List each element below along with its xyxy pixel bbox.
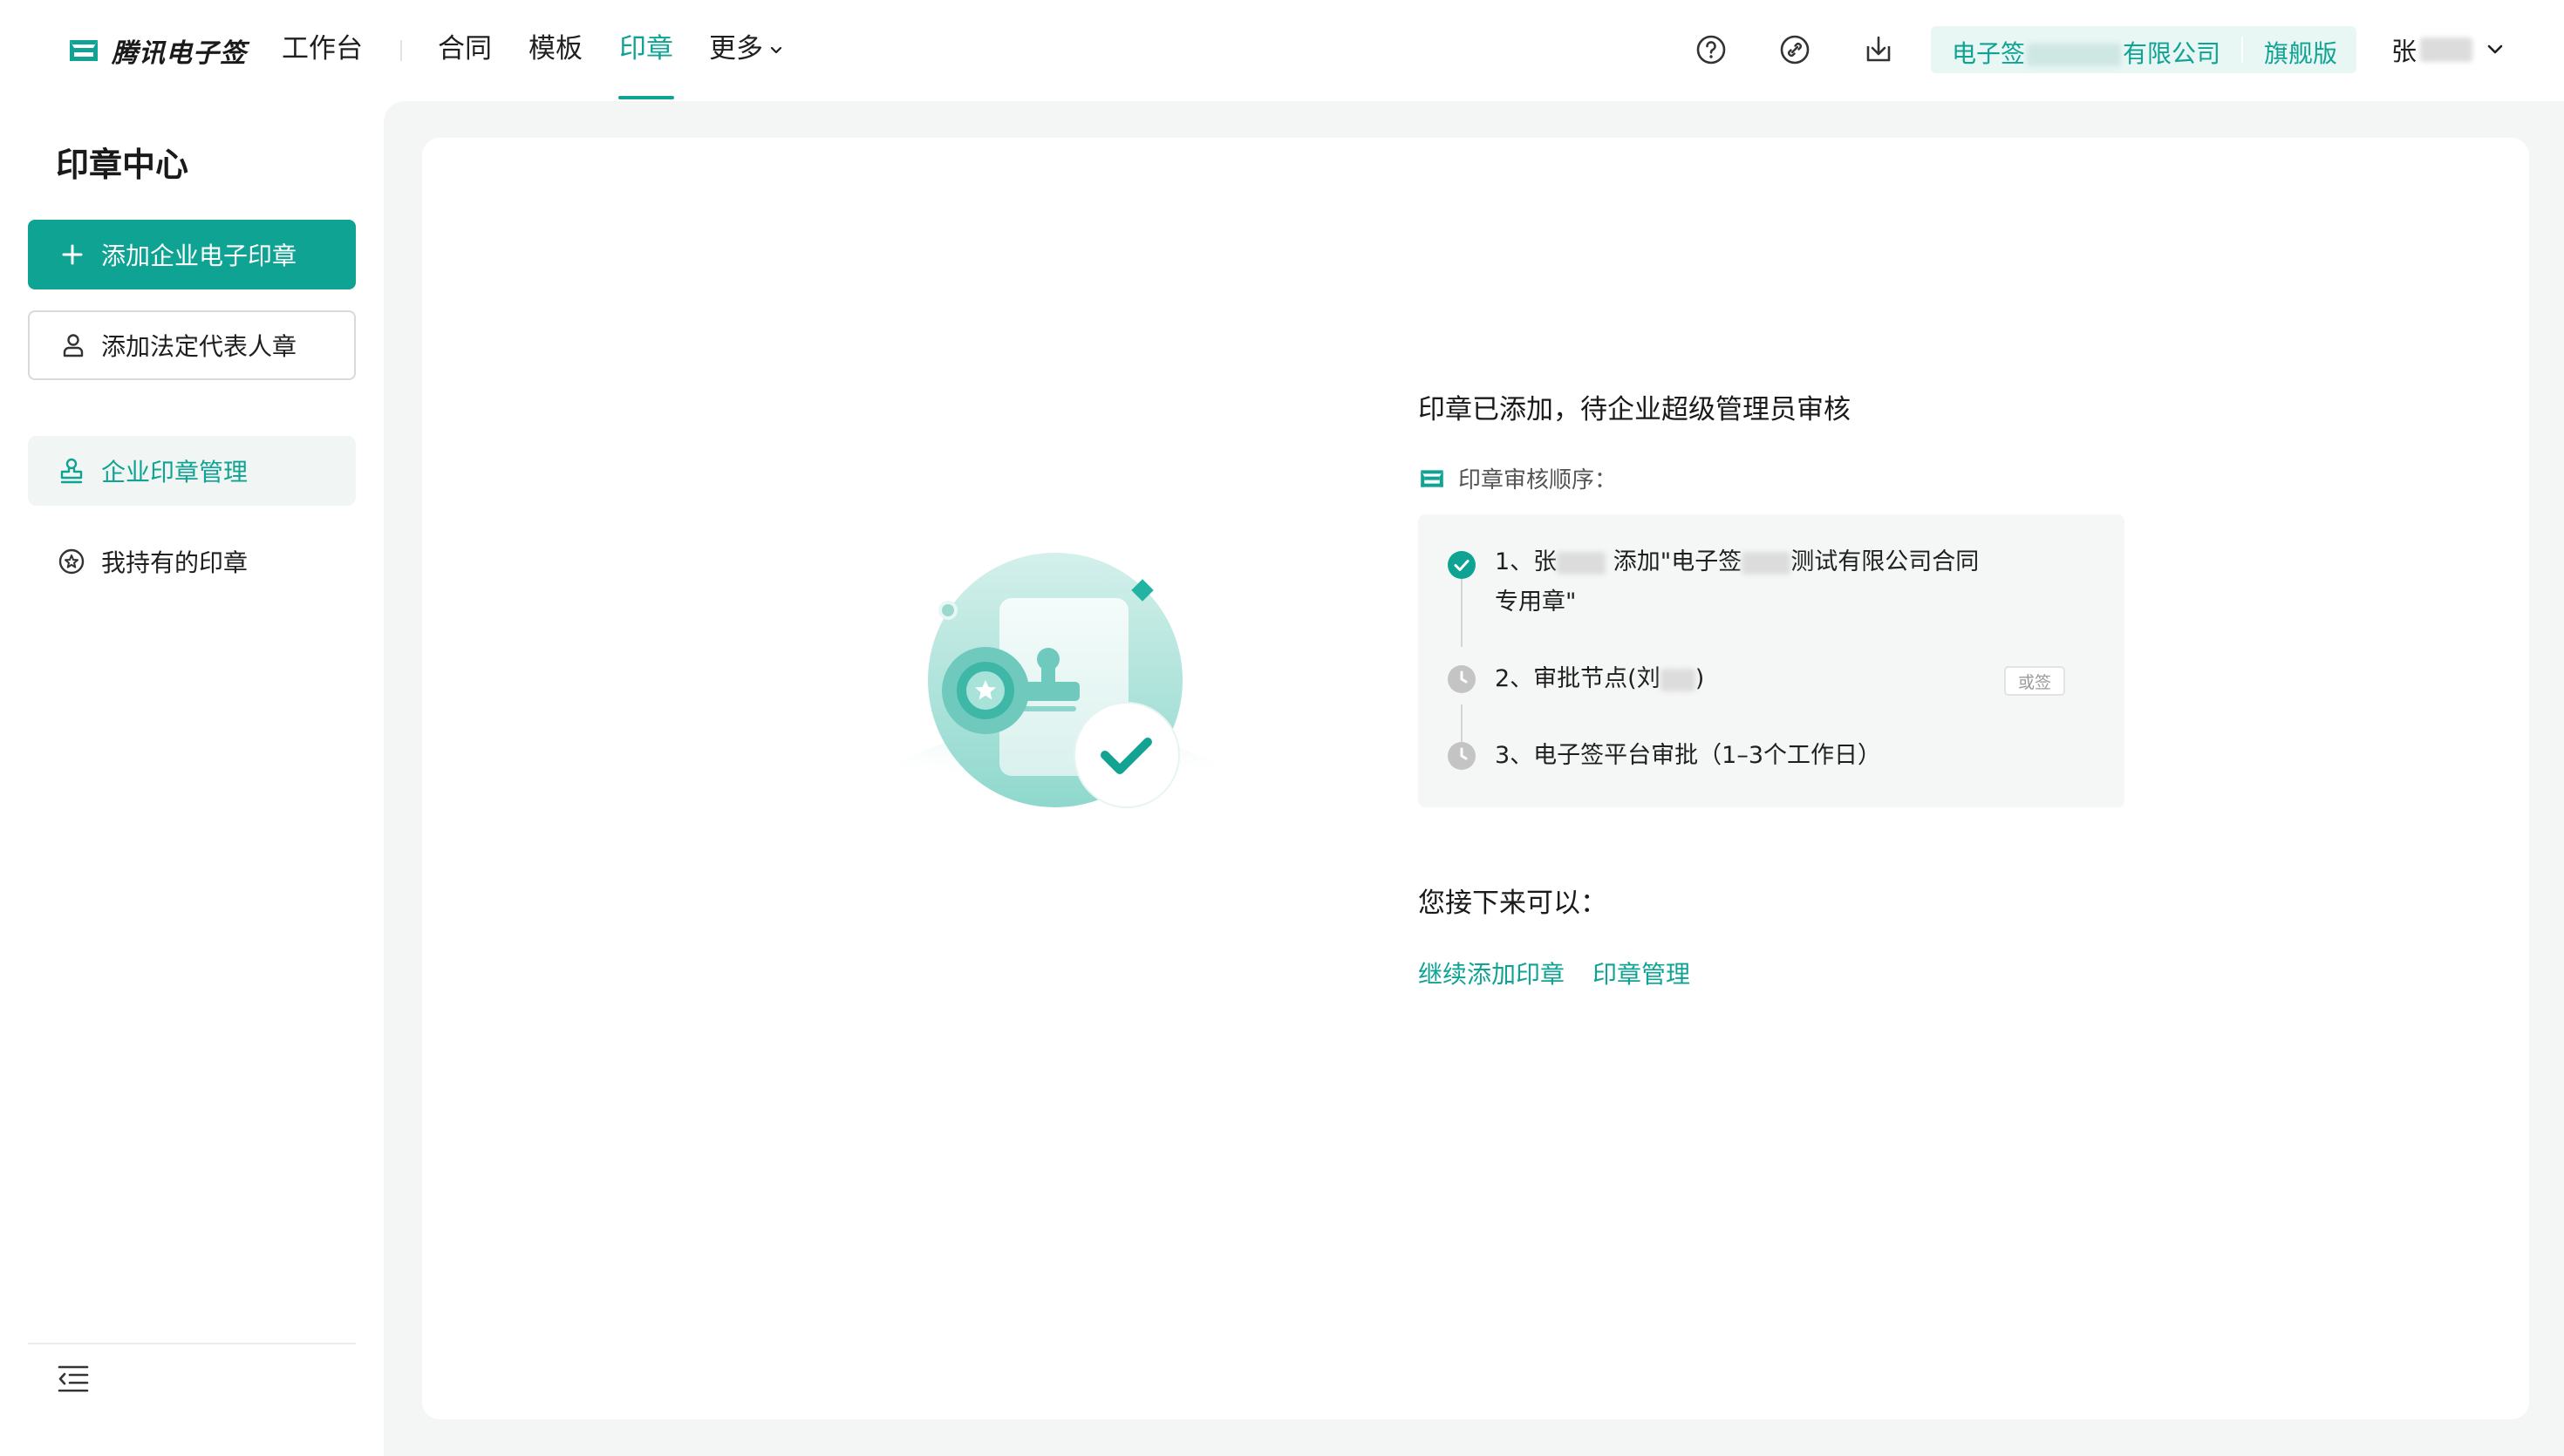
- seal-management-link[interactable]: 印章管理: [1592, 956, 1690, 990]
- sidebar-item-my-seals[interactable]: 我持有的印章: [28, 527, 356, 596]
- company-switcher[interactable]: 电子签 有限公司 旗舰版: [1931, 26, 2356, 73]
- approval-steps: 1、张 添加"电子签 测试有限公司合同 专用章" 2、审批节点(刘) 或签 3、电…: [1418, 514, 2124, 807]
- approval-step-3: 3、电子签平台审批（1–3个工作日）: [1448, 736, 1881, 776]
- nav-more-label: 更多: [709, 33, 763, 65]
- user-name: 张: [2391, 37, 2417, 66]
- next-steps-title: 您接下来可以：: [1418, 888, 1607, 919]
- user-menu[interactable]: 张: [2391, 31, 2473, 68]
- nav-divider: [400, 40, 402, 61]
- approval-order-text: 印章审核顺序：: [1458, 467, 1618, 493]
- brand-mark-icon: [1421, 469, 1443, 487]
- sidebar-item-label: 企业印章管理: [101, 458, 249, 486]
- approval-step-1-line-1: 1、张 添加"电子签 测试有限公司合同: [1495, 542, 1979, 582]
- or-sign-tag: 或签: [2004, 666, 2065, 696]
- continue-add-seal-link[interactable]: 继续添加印章: [1418, 956, 1565, 990]
- redacted-company: [2027, 44, 2122, 66]
- check-circle-icon: [1448, 551, 1476, 579]
- step-text: 2、审批节点(刘: [1495, 665, 1660, 692]
- approval-order-label: 印章审核顺序：: [1418, 462, 1617, 494]
- link-icon[interactable]: [1777, 32, 1812, 67]
- help-icon[interactable]: [1694, 32, 1729, 67]
- redacted-name: [1557, 551, 1606, 575]
- plus-icon: [62, 244, 83, 265]
- sidebar: 印章中心 添加企业电子印章 添加法定代表人章 企业印章管理 我持有的印章: [0, 101, 384, 1456]
- brand-logo-icon: [70, 40, 98, 61]
- brand-name: 腾讯电子签: [112, 38, 247, 69]
- company-name-prefix: 电子签: [1952, 39, 2026, 68]
- star-seal-icon: [58, 548, 85, 575]
- step-text: ): [1695, 665, 1705, 692]
- approval-step-1-text: 1、张 添加"电子签 测试有限公司合同 专用章": [1495, 542, 1979, 623]
- redacted-company: [1742, 551, 1791, 575]
- step-text: 添加"电子签: [1606, 548, 1742, 575]
- add-company-seal-label: 添加企业电子印章: [101, 242, 297, 270]
- approval-step-1: 1、张 添加"电子签 测试有限公司合同 专用章": [1448, 542, 1979, 623]
- nav-more[interactable]: 更多: [709, 30, 784, 68]
- sidebar-item-company-seal-management[interactable]: 企业印章管理: [28, 436, 356, 506]
- company-name: 电子签 有限公司: [1952, 35, 2220, 70]
- redacted-name: [1660, 668, 1695, 691]
- edition-badge: 旗舰版: [2264, 39, 2338, 68]
- brand-logo[interactable]: 腾讯电子签: [66, 31, 247, 70]
- nav-active-indicator: [618, 96, 674, 99]
- approval-step-2: 2、审批节点(刘): [1448, 659, 1704, 699]
- sidebar-title: 印章中心: [56, 146, 189, 184]
- download-icon[interactable]: [1861, 32, 1896, 67]
- person-icon: [63, 334, 84, 357]
- chevron-down-icon: [770, 46, 782, 53]
- pill-divider: [2241, 37, 2243, 63]
- step-text: 1、张: [1495, 548, 1558, 575]
- add-legal-rep-seal-button[interactable]: 添加法定代表人章: [28, 310, 356, 380]
- nav-seal[interactable]: 印章: [619, 30, 673, 68]
- nav-contract[interactable]: 合同: [438, 30, 492, 68]
- add-company-seal-button[interactable]: 添加企业电子印章: [28, 220, 356, 289]
- nav-template[interactable]: 模板: [528, 30, 583, 68]
- nav-workbench[interactable]: 工作台: [282, 30, 363, 68]
- clock-icon: [1448, 665, 1476, 693]
- sidebar-item-label: 我持有的印章: [101, 548, 249, 577]
- company-name-suffix: 有限公司: [2123, 39, 2221, 68]
- seal-submitted-illustration: [820, 553, 1291, 811]
- top-navbar: 腾讯电子签 工作台 合同 模板 印章 更多 电子签 有限公司 旗舰版 张: [0, 0, 2564, 101]
- chevron-down-icon[interactable]: [2484, 38, 2506, 61]
- add-legal-rep-seal-label: 添加法定代表人章: [101, 332, 297, 361]
- sidebar-divider: [28, 1343, 356, 1344]
- step-text: 测试有限公司合同: [1790, 548, 1980, 575]
- clock-icon: [1448, 742, 1476, 770]
- approval-step-1-line-2: 专用章": [1495, 589, 1577, 616]
- redacted-username: [2420, 37, 2473, 62]
- approval-step-2-text: 2、审批节点(刘): [1495, 659, 1704, 699]
- result-title: 印章已添加，待企业超级管理员审核: [1418, 394, 1851, 425]
- collapse-menu-icon[interactable]: [56, 1362, 91, 1397]
- stamp-icon: [60, 458, 83, 484]
- approval-step-3-text: 3、电子签平台审批（1–3个工作日）: [1495, 742, 1882, 769]
